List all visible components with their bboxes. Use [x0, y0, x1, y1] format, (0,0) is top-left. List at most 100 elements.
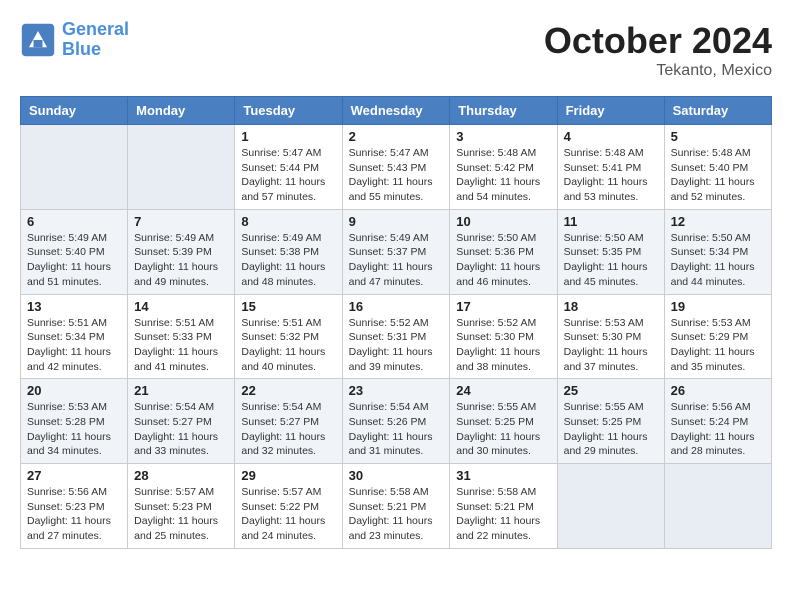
title-block: October 2024 Tekanto, Mexico [544, 20, 772, 80]
calendar-cell [21, 125, 128, 210]
day-info: Sunrise: 5:53 AM Sunset: 5:28 PM Dayligh… [27, 400, 121, 459]
day-number: 15 [241, 299, 335, 314]
calendar-cell: 4 Sunrise: 5:48 AM Sunset: 5:41 PM Daylig… [557, 125, 664, 210]
day-number: 29 [241, 468, 335, 483]
day-info: Sunrise: 5:51 AM Sunset: 5:33 PM Dayligh… [134, 316, 228, 375]
day-info: Sunrise: 5:47 AM Sunset: 5:44 PM Dayligh… [241, 146, 335, 205]
day-info: Sunrise: 5:55 AM Sunset: 5:25 PM Dayligh… [456, 400, 550, 459]
calendar-cell: 25 Sunrise: 5:55 AM Sunset: 5:25 PM Dayli… [557, 379, 664, 464]
day-info: Sunrise: 5:54 AM Sunset: 5:27 PM Dayligh… [134, 400, 228, 459]
weekday-header: Wednesday [342, 97, 450, 125]
calendar-cell: 16 Sunrise: 5:52 AM Sunset: 5:31 PM Dayli… [342, 294, 450, 379]
calendar-cell: 26 Sunrise: 5:56 AM Sunset: 5:24 PM Dayli… [664, 379, 771, 464]
day-info: Sunrise: 5:52 AM Sunset: 5:30 PM Dayligh… [456, 316, 550, 375]
location: Tekanto, Mexico [544, 62, 772, 80]
day-info: Sunrise: 5:49 AM Sunset: 5:37 PM Dayligh… [349, 231, 444, 290]
logo-line1: General [62, 19, 129, 39]
day-info: Sunrise: 5:56 AM Sunset: 5:23 PM Dayligh… [27, 485, 121, 544]
page-header: General Blue October 2024 Tekanto, Mexic… [20, 20, 772, 80]
day-info: Sunrise: 5:57 AM Sunset: 5:22 PM Dayligh… [241, 485, 335, 544]
day-info: Sunrise: 5:48 AM Sunset: 5:42 PM Dayligh… [456, 146, 550, 205]
calendar-cell: 10 Sunrise: 5:50 AM Sunset: 5:36 PM Dayli… [450, 209, 557, 294]
day-number: 8 [241, 214, 335, 229]
calendar-week-row: 27 Sunrise: 5:56 AM Sunset: 5:23 PM Dayli… [21, 464, 772, 549]
calendar-cell: 21 Sunrise: 5:54 AM Sunset: 5:27 PM Dayli… [128, 379, 235, 464]
weekday-header: Tuesday [235, 97, 342, 125]
day-number: 17 [456, 299, 550, 314]
day-info: Sunrise: 5:50 AM Sunset: 5:34 PM Dayligh… [671, 231, 765, 290]
weekday-header: Friday [557, 97, 664, 125]
day-number: 12 [671, 214, 765, 229]
calendar-cell: 19Sunrise: 5:53 AM Sunset: 5:29 PM Dayli… [664, 294, 771, 379]
calendar-cell: 29 Sunrise: 5:57 AM Sunset: 5:22 PM Dayli… [235, 464, 342, 549]
day-number: 4 [564, 129, 658, 144]
day-number: 31 [456, 468, 550, 483]
day-info: Sunrise: 5:51 AM Sunset: 5:32 PM Dayligh… [241, 316, 335, 375]
day-number: 14 [134, 299, 228, 314]
day-number: 23 [349, 383, 444, 398]
weekday-header: Monday [128, 97, 235, 125]
calendar-cell: 1 Sunrise: 5:47 AM Sunset: 5:44 PM Daylig… [235, 125, 342, 210]
day-info: Sunrise: 5:52 AM Sunset: 5:31 PM Dayligh… [349, 316, 444, 375]
calendar-cell: 5Sunrise: 5:48 AM Sunset: 5:40 PM Daylig… [664, 125, 771, 210]
day-number: 20 [27, 383, 121, 398]
day-number: 6 [27, 214, 121, 229]
day-number: 22 [241, 383, 335, 398]
day-info: Sunrise: 5:50 AM Sunset: 5:36 PM Dayligh… [456, 231, 550, 290]
logo-line2: Blue [62, 39, 101, 59]
calendar-cell: 7Sunrise: 5:49 AM Sunset: 5:39 PM Daylig… [128, 209, 235, 294]
calendar-week-row: 1 Sunrise: 5:47 AM Sunset: 5:44 PM Daylig… [21, 125, 772, 210]
calendar-cell: 6Sunrise: 5:49 AM Sunset: 5:40 PM Daylig… [21, 209, 128, 294]
calendar-header-row: SundayMondayTuesdayWednesdayThursdayFrid… [21, 97, 772, 125]
calendar-cell: 27 Sunrise: 5:56 AM Sunset: 5:23 PM Dayli… [21, 464, 128, 549]
day-info: Sunrise: 5:54 AM Sunset: 5:26 PM Dayligh… [349, 400, 444, 459]
day-number: 13 [27, 299, 121, 314]
day-number: 10 [456, 214, 550, 229]
calendar-cell: 15 Sunrise: 5:51 AM Sunset: 5:32 PM Dayli… [235, 294, 342, 379]
day-info: Sunrise: 5:48 AM Sunset: 5:41 PM Dayligh… [564, 146, 658, 205]
day-info: Sunrise: 5:47 AM Sunset: 5:43 PM Dayligh… [349, 146, 444, 205]
logo-text: General Blue [62, 20, 129, 60]
calendar-cell: 17 Sunrise: 5:52 AM Sunset: 5:30 PM Dayli… [450, 294, 557, 379]
calendar-week-row: 6Sunrise: 5:49 AM Sunset: 5:40 PM Daylig… [21, 209, 772, 294]
day-number: 28 [134, 468, 228, 483]
day-number: 5 [671, 129, 765, 144]
calendar-cell [128, 125, 235, 210]
calendar-cell: 20 Sunrise: 5:53 AM Sunset: 5:28 PM Dayli… [21, 379, 128, 464]
day-info: Sunrise: 5:55 AM Sunset: 5:25 PM Dayligh… [564, 400, 658, 459]
day-info: Sunrise: 5:56 AM Sunset: 5:24 PM Dayligh… [671, 400, 765, 459]
day-number: 21 [134, 383, 228, 398]
day-info: Sunrise: 5:58 AM Sunset: 5:21 PM Dayligh… [349, 485, 444, 544]
calendar-cell: 23 Sunrise: 5:54 AM Sunset: 5:26 PM Dayli… [342, 379, 450, 464]
day-number: 24 [456, 383, 550, 398]
day-info: Sunrise: 5:58 AM Sunset: 5:21 PM Dayligh… [456, 485, 550, 544]
day-number: 18 [564, 299, 658, 314]
day-number: 25 [564, 383, 658, 398]
calendar-week-row: 20 Sunrise: 5:53 AM Sunset: 5:28 PM Dayli… [21, 379, 772, 464]
day-info: Sunrise: 5:51 AM Sunset: 5:34 PM Dayligh… [27, 316, 121, 375]
day-number: 16 [349, 299, 444, 314]
calendar-cell [664, 464, 771, 549]
calendar-cell: 13 Sunrise: 5:51 AM Sunset: 5:34 PM Dayli… [21, 294, 128, 379]
calendar-cell: 24 Sunrise: 5:55 AM Sunset: 5:25 PM Dayli… [450, 379, 557, 464]
calendar-cell: 11Sunrise: 5:50 AM Sunset: 5:35 PM Dayli… [557, 209, 664, 294]
day-number: 26 [671, 383, 765, 398]
day-number: 9 [349, 214, 444, 229]
day-info: Sunrise: 5:49 AM Sunset: 5:39 PM Dayligh… [134, 231, 228, 290]
day-number: 1 [241, 129, 335, 144]
day-info: Sunrise: 5:49 AM Sunset: 5:38 PM Dayligh… [241, 231, 335, 290]
day-info: Sunrise: 5:50 AM Sunset: 5:35 PM Dayligh… [564, 231, 658, 290]
calendar-cell: 22Sunrise: 5:54 AM Sunset: 5:27 PM Dayli… [235, 379, 342, 464]
calendar-body: 1 Sunrise: 5:47 AM Sunset: 5:44 PM Daylig… [21, 125, 772, 549]
calendar-cell [557, 464, 664, 549]
weekday-header: Sunday [21, 97, 128, 125]
calendar-cell: 28Sunrise: 5:57 AM Sunset: 5:23 PM Dayli… [128, 464, 235, 549]
calendar-cell: 30Sunrise: 5:58 AM Sunset: 5:21 PM Dayli… [342, 464, 450, 549]
day-number: 27 [27, 468, 121, 483]
calendar-cell: 2Sunrise: 5:47 AM Sunset: 5:43 PM Daylig… [342, 125, 450, 210]
calendar-table: SundayMondayTuesdayWednesdayThursdayFrid… [20, 96, 772, 549]
weekday-header: Thursday [450, 97, 557, 125]
calendar-cell: 8 Sunrise: 5:49 AM Sunset: 5:38 PM Daylig… [235, 209, 342, 294]
calendar-week-row: 13 Sunrise: 5:51 AM Sunset: 5:34 PM Dayli… [21, 294, 772, 379]
calendar-cell: 9 Sunrise: 5:49 AM Sunset: 5:37 PM Daylig… [342, 209, 450, 294]
